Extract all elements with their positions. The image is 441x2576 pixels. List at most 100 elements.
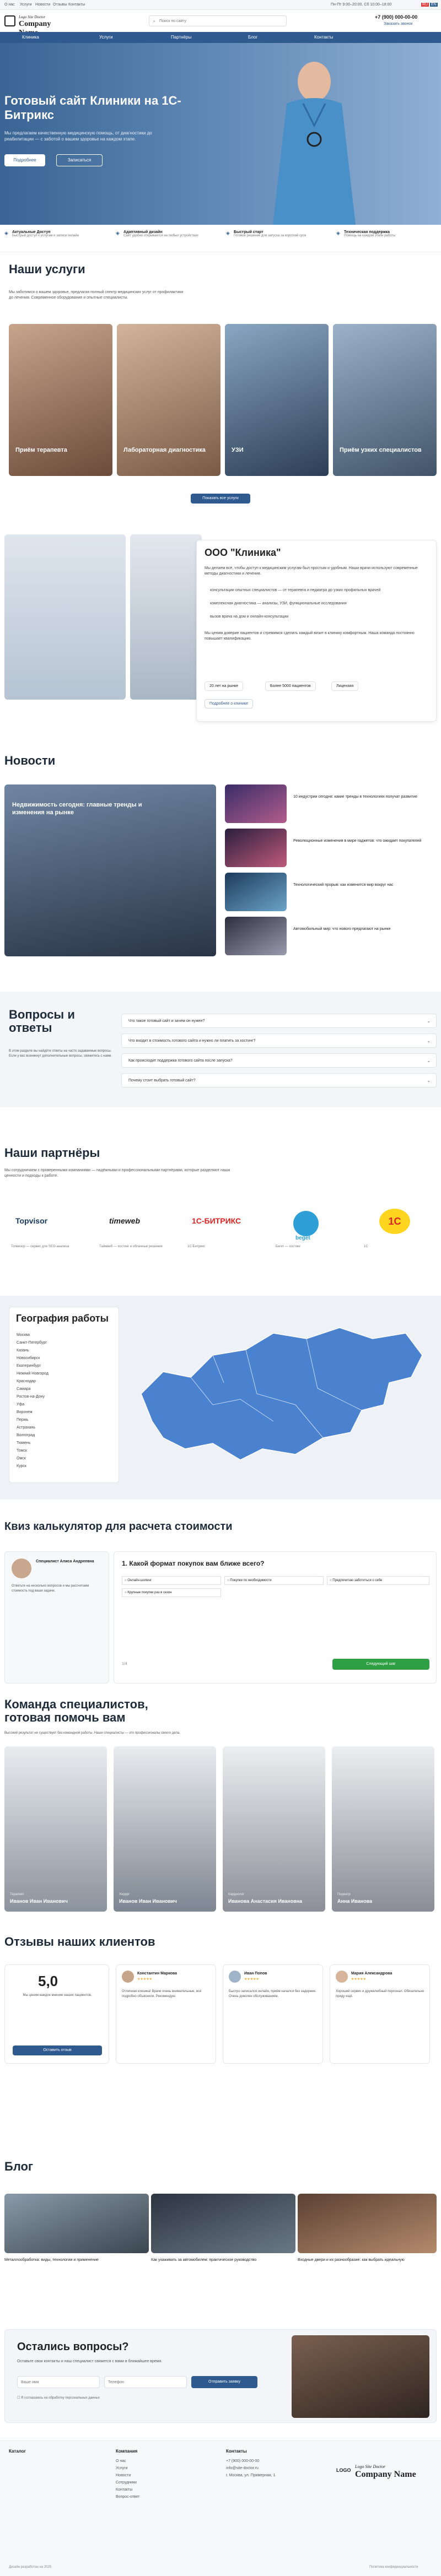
logo[interactable]: Logo Site Doctor Company Name xyxy=(4,13,71,37)
nav-item[interactable]: Контакты xyxy=(314,35,334,40)
submit-button[interactable]: Отправить заявку xyxy=(191,2376,257,2388)
geo-city[interactable]: Екатеринбург xyxy=(17,1364,41,1368)
geo-city[interactable]: Воронеж xyxy=(17,1410,33,1414)
nav-item[interactable]: Блог xyxy=(248,35,257,40)
blog-card[interactable]: Входные двери и их разнообразие: как выб… xyxy=(298,2194,441,2276)
hero-more-button[interactable]: Подробнее xyxy=(4,154,45,166)
team-name: Иванова Анастасия Ивановна xyxy=(228,1898,303,1904)
flag-ru-icon[interactable]: RU xyxy=(421,3,429,7)
news-item[interactable]: 10 индустрии сегодня: какие тренды в тех… xyxy=(225,784,437,823)
topbar-link[interactable]: Отзывы xyxy=(53,3,67,7)
geo-city[interactable]: Пермь xyxy=(17,1418,28,1422)
footer-link[interactable]: Сотрудники xyxy=(116,2479,139,2486)
quiz-option[interactable]: ○ Покупки по необходимости xyxy=(224,1576,324,1585)
quiz-question: 1. Какой формат покупок вам ближе всего? xyxy=(122,1560,265,1567)
topbar-link[interactable]: О нас xyxy=(4,3,15,7)
quiz-option[interactable]: ○ Крупные покупки раз в сезон xyxy=(122,1588,221,1597)
phone[interactable]: +7 (900) 000-00-00 xyxy=(375,14,417,20)
geo-city[interactable]: Уфа xyxy=(17,1403,24,1406)
service-card[interactable]: Приём узких специалистов xyxy=(333,324,437,476)
partner-caption: 1С xyxy=(364,1245,368,1248)
geo-city[interactable]: Астрахань xyxy=(17,1426,35,1430)
hero-text: Мы предлагаем качественную медицинскую п… xyxy=(4,131,152,142)
footer-link[interactable]: Вопрос-ответ xyxy=(116,2493,139,2501)
faq-question: Что входит в стоимость готового сайта и … xyxy=(128,1039,256,1043)
team-card[interactable]: Педиатр Анна Иванова xyxy=(332,1746,434,1912)
footer-link[interactable]: О нас xyxy=(116,2458,139,2465)
flag-en-icon[interactable]: EN xyxy=(430,3,438,7)
search-input[interactable] xyxy=(159,18,281,25)
search-box[interactable]: ⌕ xyxy=(149,15,287,26)
team-card[interactable]: Кардиолог Иванова Анастасия Ивановна xyxy=(223,1746,325,1912)
geo-city[interactable]: Новосибирск xyxy=(17,1356,40,1360)
footer-logo[interactable]: LOGO Logo Site Doctor Company Name xyxy=(336,2463,430,2483)
geo-city[interactable]: Ростов-на-Дону xyxy=(17,1395,45,1399)
partner-card[interactable]: 1С 1С xyxy=(357,1200,440,1260)
geo-city[interactable]: Нижний Новгород xyxy=(17,1372,49,1376)
geo-city[interactable]: Самара xyxy=(17,1387,31,1391)
geo-city[interactable]: Курск xyxy=(17,1464,26,1468)
nav-item[interactable]: Клиника xyxy=(22,35,39,40)
news-item[interactable]: Автомобильный мир: что нового предлагают… xyxy=(225,917,437,955)
geo-city[interactable]: Краснодар xyxy=(17,1379,36,1383)
partner-card[interactable]: beget Бегет — хостинг xyxy=(269,1200,352,1260)
team-card[interactable]: Хирург Иванов Иван Иванович xyxy=(114,1746,216,1912)
blog-item-title: Металлообработка: виды, технологии и при… xyxy=(4,2258,99,2262)
partner-card[interactable]: 1С-БИТРИКС 1С-Битрикс xyxy=(181,1200,263,1260)
faq-item[interactable]: Что входит в стоимость готового сайта и … xyxy=(121,1033,437,1048)
partner-logo: 1С xyxy=(379,1209,410,1234)
nav-item[interactable]: Услуги xyxy=(99,35,113,40)
geo-city[interactable]: Москва xyxy=(17,1333,30,1337)
quiz-option-label: Предпочитаю заботиться о себе xyxy=(332,1579,383,1582)
partner-card[interactable]: timeweb Таймвеб — хостинг и облачные реше… xyxy=(93,1200,175,1260)
footer-phone[interactable]: +7 (900) 000-00-00 xyxy=(226,2458,275,2465)
policy-link[interactable]: Политика конфиденциальности xyxy=(369,2566,418,2569)
footer-email[interactable]: info@site-doctor.ru xyxy=(226,2465,275,2472)
topbar-link[interactable]: Новости xyxy=(35,3,50,7)
leave-review-button[interactable]: Оставить отзыв xyxy=(13,2045,102,2055)
clinic-image xyxy=(4,534,126,700)
hero-signup-button[interactable]: Записаться xyxy=(56,154,103,166)
callback-link[interactable]: Заказать звонок xyxy=(384,22,412,26)
about-more-link[interactable]: Подробнее о клинике xyxy=(205,699,254,708)
quiz-option[interactable]: ○ Онлайн-шопинг xyxy=(122,1576,221,1585)
geo-city[interactable]: Казань xyxy=(17,1349,29,1352)
blog-card[interactable]: Металлообработка: виды, технологии и при… xyxy=(4,2194,149,2276)
service-card[interactable]: УЗИ xyxy=(225,324,329,476)
geo-city[interactable]: Волгоград xyxy=(17,1433,35,1437)
news-item[interactable]: Революционные изменения в мире гаджетов:… xyxy=(225,829,437,867)
service-card[interactable]: Приём терапевта xyxy=(9,324,112,476)
partner-card[interactable]: Topvisor Топвизор — сервис для SEO-анализ… xyxy=(4,1200,87,1260)
phone-input[interactable] xyxy=(104,2376,187,2388)
topbar-link[interactable]: Контакты xyxy=(68,3,85,7)
faq-item[interactable]: Почему стоит выбрать готовый сайт? ⌄ xyxy=(121,1073,437,1087)
news-item-title: Технологический прорыв: как изменится ми… xyxy=(293,883,394,887)
review-card: Мария Александрова ★★★★★ Хороший сервис и … xyxy=(330,1965,430,2064)
faq-item[interactable]: Что такое готовый сайт и зачем он нужен?… xyxy=(121,1014,437,1028)
all-services-button[interactable]: Показать все услуги xyxy=(191,494,250,504)
nav-item[interactable]: Партнёры xyxy=(171,35,191,40)
topbar-link[interactable]: Услуги xyxy=(20,3,32,7)
news-main[interactable]: Недвижимость сегодня: главные тренды и и… xyxy=(4,784,216,956)
geo-city[interactable]: Омск xyxy=(17,1457,26,1460)
geo-city[interactable]: Тюмень xyxy=(17,1441,30,1445)
team-card[interactable]: Терапевт Иванов Иван Иванович xyxy=(4,1746,107,1912)
blog-card[interactable]: Как ухаживать за автомобилем: практическ… xyxy=(151,2194,295,2276)
news-item[interactable]: Технологический прорыв: как изменится ми… xyxy=(225,873,437,911)
quiz-step: 1/4 xyxy=(122,1662,127,1666)
faq-item[interactable]: Как происходит поддержка готового сайта … xyxy=(121,1053,437,1068)
footer-link[interactable]: Контакты xyxy=(116,2486,139,2493)
quiz-option[interactable]: ○ Предпочитаю заботиться о себе xyxy=(327,1576,429,1585)
service-card[interactable]: Лабораторная диагностика xyxy=(117,324,220,476)
footer-catalog[interactable]: Каталог xyxy=(9,2449,26,2454)
geo-city[interactable]: Томск xyxy=(17,1449,27,1453)
name-input[interactable] xyxy=(17,2376,100,2388)
footer-link[interactable]: Новости xyxy=(116,2472,139,2479)
manager-name: Специалист Алиса Андреевна xyxy=(36,1560,94,1563)
consent-checkbox[interactable]: ☐ Я соглашаюсь на обработку персональных… xyxy=(17,2396,100,2400)
footer-link[interactable]: Услуги xyxy=(116,2465,139,2472)
geo-city[interactable]: Санкт-Петербург xyxy=(17,1341,47,1345)
quiz-title: Квиз калькулятор для расчета стоимости xyxy=(4,1520,233,1533)
russia-map[interactable] xyxy=(130,1311,428,1476)
quiz-next-button[interactable]: Следующий шаг xyxy=(332,1659,429,1670)
